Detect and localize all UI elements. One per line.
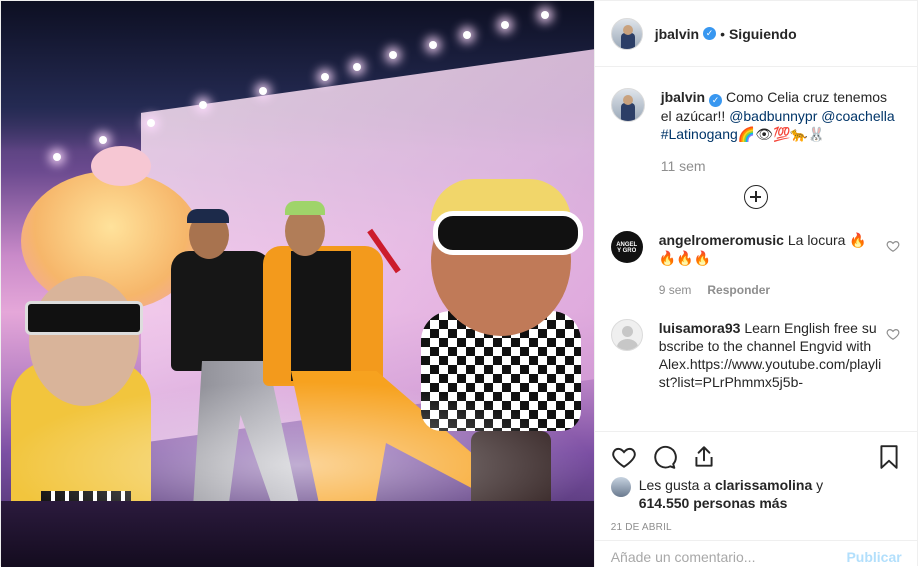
hashtag-latinogang[interactable]: #Latinogang — [661, 126, 738, 142]
post-date[interactable]: 21 DE ABRIL — [611, 522, 902, 533]
liker-username[interactable]: clarissamolina — [715, 477, 812, 493]
stage-light — [353, 63, 361, 71]
avatar-face — [622, 95, 633, 105]
share-icon[interactable] — [691, 444, 717, 470]
performer-black-shirt — [171, 251, 271, 371]
likes-summary: Les gusta a clarissamolina y 614.550 per… — [610, 476, 902, 512]
bookmark-icon[interactable] — [876, 444, 902, 470]
follow-button[interactable]: Siguiendo — [729, 26, 797, 42]
verified-badge-icon: ✓ — [709, 94, 723, 107]
puppet-sunglasses-left — [25, 301, 143, 335]
performer-cap — [187, 209, 229, 223]
comment-meta: 9 sem Responder — [659, 281, 882, 299]
comment-text: angelromeromusic La locura 🔥🔥🔥🔥 — [659, 231, 882, 267]
author-avatar[interactable] — [610, 17, 643, 50]
stage-smoke — [1, 381, 594, 521]
commenter-avatar-placeholder[interactable] — [610, 319, 643, 351]
stage-light — [389, 51, 397, 59]
caption: jbalvin ✓ Como Celia cruz tenemos el azúc… — [610, 88, 902, 175]
caption-avatar[interactable] — [610, 88, 645, 122]
post-actions: Les gusta a clarissamolina y 614.550 per… — [594, 431, 918, 533]
header-separator: • — [720, 25, 725, 42]
comment-heart-icon[interactable] — [886, 327, 900, 341]
comment-input[interactable]: Añade un comentario... — [611, 549, 756, 565]
avatar-logo-text: ANGEL Y GRO — [616, 242, 638, 254]
mention-badbunnypr[interactable]: @badbunnypr — [729, 108, 817, 124]
stage-light — [53, 153, 61, 161]
author-username[interactable]: jbalvin — [655, 26, 699, 42]
mention-coachella[interactable]: @coachella — [821, 108, 894, 124]
stage-light — [321, 73, 329, 81]
likes-middle: y — [812, 477, 824, 493]
likes-text: Les gusta a clarissamolina y 614.550 per… — [639, 476, 823, 512]
stage-light — [541, 11, 549, 19]
comment-username[interactable]: angelromeromusic — [659, 232, 784, 248]
stage-light — [99, 136, 107, 144]
comment-heart-icon[interactable] — [886, 239, 900, 253]
instagram-post: jbalvin ✓ • Siguiendo jbalvin ✓ Como Celi… — [0, 0, 918, 567]
performer-shirt — [291, 251, 351, 381]
caption-time[interactable]: 11 sem — [661, 157, 902, 175]
stage-light — [463, 31, 471, 39]
stage-light — [199, 101, 207, 109]
plus-circle-icon[interactable] — [744, 185, 769, 209]
likes-count[interactable]: 614.550 personas más — [639, 495, 788, 511]
caption-body: jbalvin ✓ Como Celia cruz tenemos el azúc… — [661, 88, 902, 175]
puppet-sunglasses-right — [433, 211, 583, 255]
heart-icon[interactable] — [611, 444, 637, 470]
caption-username[interactable]: jbalvin — [661, 89, 705, 105]
stage-floor — [1, 501, 594, 567]
avatar-face — [622, 24, 633, 35]
stage-light — [147, 119, 155, 127]
likes-prefix: Les gusta a — [638, 477, 715, 493]
performer-hair — [285, 201, 325, 215]
comment-body: luisamora93 Learn English free subscribe… — [659, 319, 902, 391]
comment-item: luisamora93 Learn English free subscribe… — [610, 319, 902, 391]
post-side-panel: jbalvin ✓ • Siguiendo jbalvin ✓ Como Celi… — [593, 1, 918, 567]
post-header: jbalvin ✓ • Siguiendo — [594, 1, 917, 67]
avatar-figure — [620, 103, 635, 121]
reply-button[interactable]: Responder — [707, 281, 770, 299]
comment-item: ANGEL Y GRO angelromeromusic La locura 🔥… — [610, 231, 902, 299]
liker-avatar[interactable] — [610, 477, 631, 497]
avatar-figure — [620, 32, 635, 49]
stage-light — [501, 21, 509, 29]
comment-time[interactable]: 9 sem — [659, 281, 692, 299]
action-icons — [611, 432, 902, 474]
inflatable-ears — [91, 146, 151, 186]
load-more — [611, 185, 902, 209]
stage-light — [259, 87, 267, 95]
stage-light — [429, 41, 437, 49]
commenter-avatar[interactable]: ANGEL Y GRO — [610, 231, 643, 263]
comment-icon[interactable] — [651, 444, 677, 470]
comments-list[interactable]: jbalvin ✓ Como Celia cruz tenemos el azúc… — [595, 68, 918, 430]
publish-button[interactable]: Publicar — [846, 549, 901, 565]
post-photo[interactable] — [1, 1, 594, 567]
comment-body: angelromeromusic La locura 🔥🔥🔥🔥 9 sem Re… — [659, 231, 902, 299]
comment-username[interactable]: luisamora93 — [659, 320, 741, 336]
caption-emojis: 🌈👁💯🐆🐰 — [737, 126, 826, 142]
verified-badge-icon: ✓ — [703, 27, 717, 40]
caption-text: jbalvin ✓ Como Celia cruz tenemos el azúc… — [661, 88, 902, 143]
